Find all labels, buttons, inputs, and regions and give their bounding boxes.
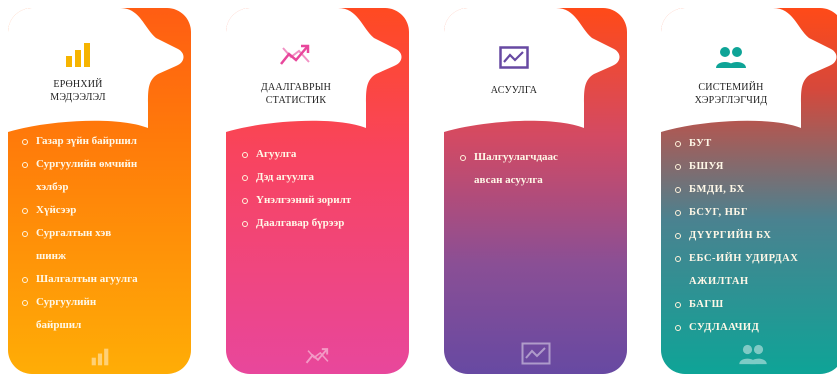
list-item-continuation[interactable]: шинж <box>22 245 138 268</box>
list-item[interactable]: БУТ <box>675 132 798 155</box>
card-item-list: Шалгуулагчдаас авсан асуулга <box>460 146 558 192</box>
card-title: СИСТЕМИЙН ХЭРЭГЛЭГЧИД <box>694 82 768 106</box>
list-item-continuation[interactable]: авсан асуулга <box>460 169 558 192</box>
list-item[interactable]: Даалгавар бүрээр <box>242 212 351 235</box>
list-item[interactable]: Газар зүйн байршил <box>22 130 138 153</box>
list-item[interactable]: ЕБС-ИЙН УДИРДАХ <box>675 247 798 270</box>
list-item[interactable]: СУДЛААЧИД <box>675 316 798 339</box>
list-item[interactable]: ДҮҮРГИЙН БХ <box>675 224 798 247</box>
list-item[interactable]: Шалгалтын агуулга <box>22 268 138 291</box>
list-item[interactable]: Дэд агуулга <box>242 166 351 189</box>
list-item[interactable]: Шалгуулагчдаас <box>460 146 558 169</box>
bar-chart-icon <box>8 348 191 366</box>
list-item[interactable]: БШУЯ <box>675 155 798 178</box>
card-title: ДААЛГАВРЫН СТАТИСТИК <box>260 82 332 106</box>
list-item[interactable]: БМДИ, БХ <box>675 178 798 201</box>
list-item-continuation[interactable]: АЖИЛТАН <box>675 270 798 293</box>
card-header-panel <box>226 8 402 132</box>
list-item[interactable]: Сургалтын хэв <box>22 222 138 245</box>
users-group-icon <box>661 46 801 74</box>
list-item[interactable]: Сургуулийн <box>22 291 138 314</box>
card-item-list: БУТ БШУЯ БМДИ, БХ БСУГ, НБГ ДҮҮРГИЙН БХ … <box>675 132 798 339</box>
list-item[interactable]: Сургуулийн өмчийн <box>22 153 138 176</box>
bar-chart-icon <box>8 42 148 70</box>
line-chart-monitor-icon <box>444 342 627 366</box>
trend-up-arrow-icon <box>226 42 366 70</box>
card-item-list: Агуулга Дэд агуулга Үнэлгээний зорилт Да… <box>242 143 351 235</box>
list-item-continuation[interactable]: байршил <box>22 314 138 337</box>
card-task-statistics[interactable]: ДААЛГАВРЫН СТАТИСТИК Агуулга Дэд агуулга… <box>226 8 409 374</box>
card-survey[interactable]: АСУУЛГА Шалгуулагчдаас авсан асуулга <box>444 8 627 374</box>
card-header-panel <box>8 8 184 132</box>
list-item[interactable]: БАГШ <box>675 293 798 316</box>
list-item[interactable]: Үнэлгээний зорилт <box>242 189 351 212</box>
card-title: ЕРӨНХИЙ МЭДЭЭЛЭЛ <box>50 79 106 103</box>
list-item[interactable]: Хүйсээр <box>22 199 138 222</box>
card-title: АСУУЛГА <box>490 85 538 96</box>
card-item-list: Газар зүйн байршил Сургуулийн өмчийн хэл… <box>22 130 138 337</box>
trend-up-arrow-icon <box>226 346 409 366</box>
line-chart-monitor-icon <box>444 46 584 74</box>
card-system-users[interactable]: СИСТЕМИЙН ХЭРЭГЛЭГЧИД БУТ БШУЯ БМДИ, БХ … <box>661 8 837 374</box>
list-item-continuation[interactable]: хэлбэр <box>22 176 138 199</box>
card-general-info[interactable]: ЕРӨНХИЙ МЭДЭЭЛЭЛ Газар зүйн байршил Сург… <box>8 8 191 374</box>
list-item[interactable]: Агуулга <box>242 143 351 166</box>
list-item[interactable]: БСУГ, НБГ <box>675 201 798 224</box>
users-group-icon <box>661 344 837 366</box>
